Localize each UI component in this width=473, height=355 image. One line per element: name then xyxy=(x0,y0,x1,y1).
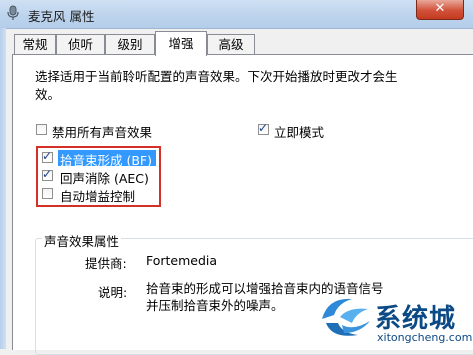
immediate-mode-label: 立即模式 xyxy=(274,125,325,140)
disable-all-checkbox[interactable] xyxy=(36,124,47,135)
tab-enhancements[interactable]: 增强 xyxy=(155,31,207,56)
microphone-icon xyxy=(7,5,19,20)
title-bar[interactable]: 麦克风 属性 ✕ xyxy=(0,0,473,29)
close-button[interactable]: ✕ xyxy=(416,0,464,20)
immediate-mode-checkbox[interactable]: ✓ xyxy=(258,121,269,135)
tab-levels[interactable]: 级别 xyxy=(105,34,155,55)
tab-listen[interactable]: 侦听 xyxy=(56,34,105,55)
watermark-text: 系统城 xyxy=(375,304,457,334)
disable-all-label: 禁用所有声音效果 xyxy=(52,125,153,140)
highlight-annotation xyxy=(36,146,161,207)
window-title: 麦克风 属性 xyxy=(28,9,95,24)
tab-general[interactable]: 常规 xyxy=(14,34,56,55)
group-title: 声音效果属性 xyxy=(42,231,122,250)
close-icon: ✕ xyxy=(434,1,446,16)
provider-label: 提供商: xyxy=(85,256,127,271)
provider-value: Fortemedia xyxy=(146,253,218,268)
description: 选择适用于当前聆听配置的声音效果。下次开始播放时更改才会生 效。 xyxy=(35,69,398,102)
description-label: 说明: xyxy=(98,285,128,300)
watermark-url: xitongcheng.com xyxy=(377,331,473,344)
window-frame xyxy=(0,28,6,349)
check-icon: ✓ xyxy=(258,121,269,135)
watermark-logo-icon xyxy=(322,298,370,336)
tab-advanced[interactable]: 高级 xyxy=(207,34,255,55)
